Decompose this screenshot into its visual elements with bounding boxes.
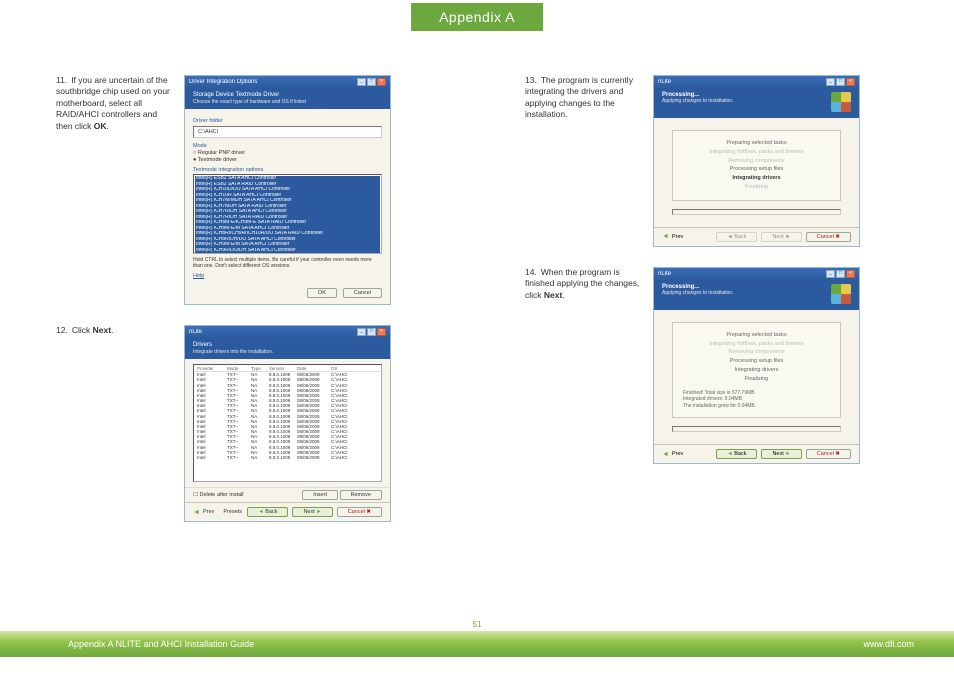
max-icon[interactable]: □ (836, 78, 845, 86)
task-list: Preparing selected tasks Integrating hot… (672, 130, 841, 201)
step-11-text: 11.If you are uncertain of the southbrid… (56, 75, 174, 305)
footer-bar: Appendix A NLITE and AHCI Installation G… (0, 631, 954, 657)
remove-button[interactable]: Remove (340, 490, 382, 500)
cancel-button[interactable]: Cancel (343, 288, 382, 298)
controller-listbox[interactable]: Intel(R) ESB2 SATA AHCI ControllerIntel(… (193, 174, 382, 254)
page-number: 51 (473, 620, 482, 629)
next-button: Next ► (761, 232, 801, 242)
cancel-button[interactable]: Cancel ✖ (337, 507, 382, 517)
insert-button[interactable]: Insert (302, 490, 338, 500)
back-button: ◄ Back (716, 232, 757, 242)
close-icon[interactable]: × (377, 78, 386, 86)
min-icon[interactable]: _ (826, 78, 835, 86)
max-icon[interactable]: □ (367, 328, 376, 336)
close-icon[interactable]: × (846, 78, 855, 86)
folder-input: C:\AHCI (193, 126, 382, 138)
list-item[interactable]: Intel(R) PCH SATA AHCI Controller (195, 253, 380, 254)
max-icon[interactable]: □ (836, 270, 845, 278)
delete-after-checkbox[interactable]: Delete after install (193, 492, 244, 498)
prev-icon: ◄ (662, 451, 669, 458)
radio-regular[interactable]: Regular PNP driver (193, 150, 382, 156)
appendix-tab: Appendix A (411, 3, 543, 31)
prev-icon: ◄ (662, 233, 669, 240)
next-button[interactable]: Next ► (761, 449, 801, 459)
min-icon[interactable]: _ (357, 78, 366, 86)
drivers-table[interactable]: ProviderModeTypeVersionDateOS IntelTXT--… (193, 364, 382, 482)
next-button[interactable]: Next ► (292, 507, 332, 517)
progress-bar (672, 209, 841, 215)
prev-icon[interactable]: ◄ (193, 509, 200, 516)
back-button[interactable]: ◄ Back (716, 449, 757, 459)
processing-dialog-2: nLite _ □ × Processing... Applying chang… (653, 267, 860, 464)
drivers-dialog: nLite _ □ × Drivers Integrate drivers in… (184, 325, 391, 522)
footer-right: www.dfi.com (863, 639, 914, 649)
min-icon[interactable]: _ (826, 270, 835, 278)
footer-left: Appendix A NLITE and AHCI Installation G… (68, 639, 254, 649)
back-button[interactable]: ◄ Back (247, 507, 288, 517)
close-icon[interactable]: × (377, 328, 386, 336)
close-icon[interactable]: × (846, 270, 855, 278)
step-14-text: 14.When the program is finished applying… (525, 267, 643, 464)
tools-icon (831, 92, 851, 112)
cancel-button[interactable]: Cancel ✖ (806, 449, 851, 459)
cancel-button[interactable]: Cancel ✖ (806, 232, 851, 242)
ok-button[interactable]: OK (307, 288, 337, 298)
max-icon[interactable]: □ (367, 78, 376, 86)
radio-textmode[interactable]: Textmode driver (193, 157, 382, 163)
min-icon[interactable]: _ (357, 328, 366, 336)
driver-integration-dialog: Driver Integration Options _ □ × Storage… (184, 75, 391, 305)
help-link[interactable]: Help (193, 273, 204, 279)
dialog-subtitle: Storage Device Textmode Driver (193, 92, 382, 98)
dialog-title: Driver Integration Options (189, 79, 257, 85)
step-13-text: 13.The program is currently integrating … (525, 75, 643, 247)
step-12-text: 12.Click Next. (56, 325, 174, 522)
progress-bar (672, 426, 841, 432)
tools-icon (831, 284, 851, 304)
table-row[interactable]: IntelTXT--NA8.8.0.100908/06/2009C:\AHCI (195, 455, 380, 460)
processing-dialog-1: nLite _ □ × Processing... Applying chang… (653, 75, 860, 247)
task-list: Preparing selected tasks Integrating hot… (672, 322, 841, 418)
